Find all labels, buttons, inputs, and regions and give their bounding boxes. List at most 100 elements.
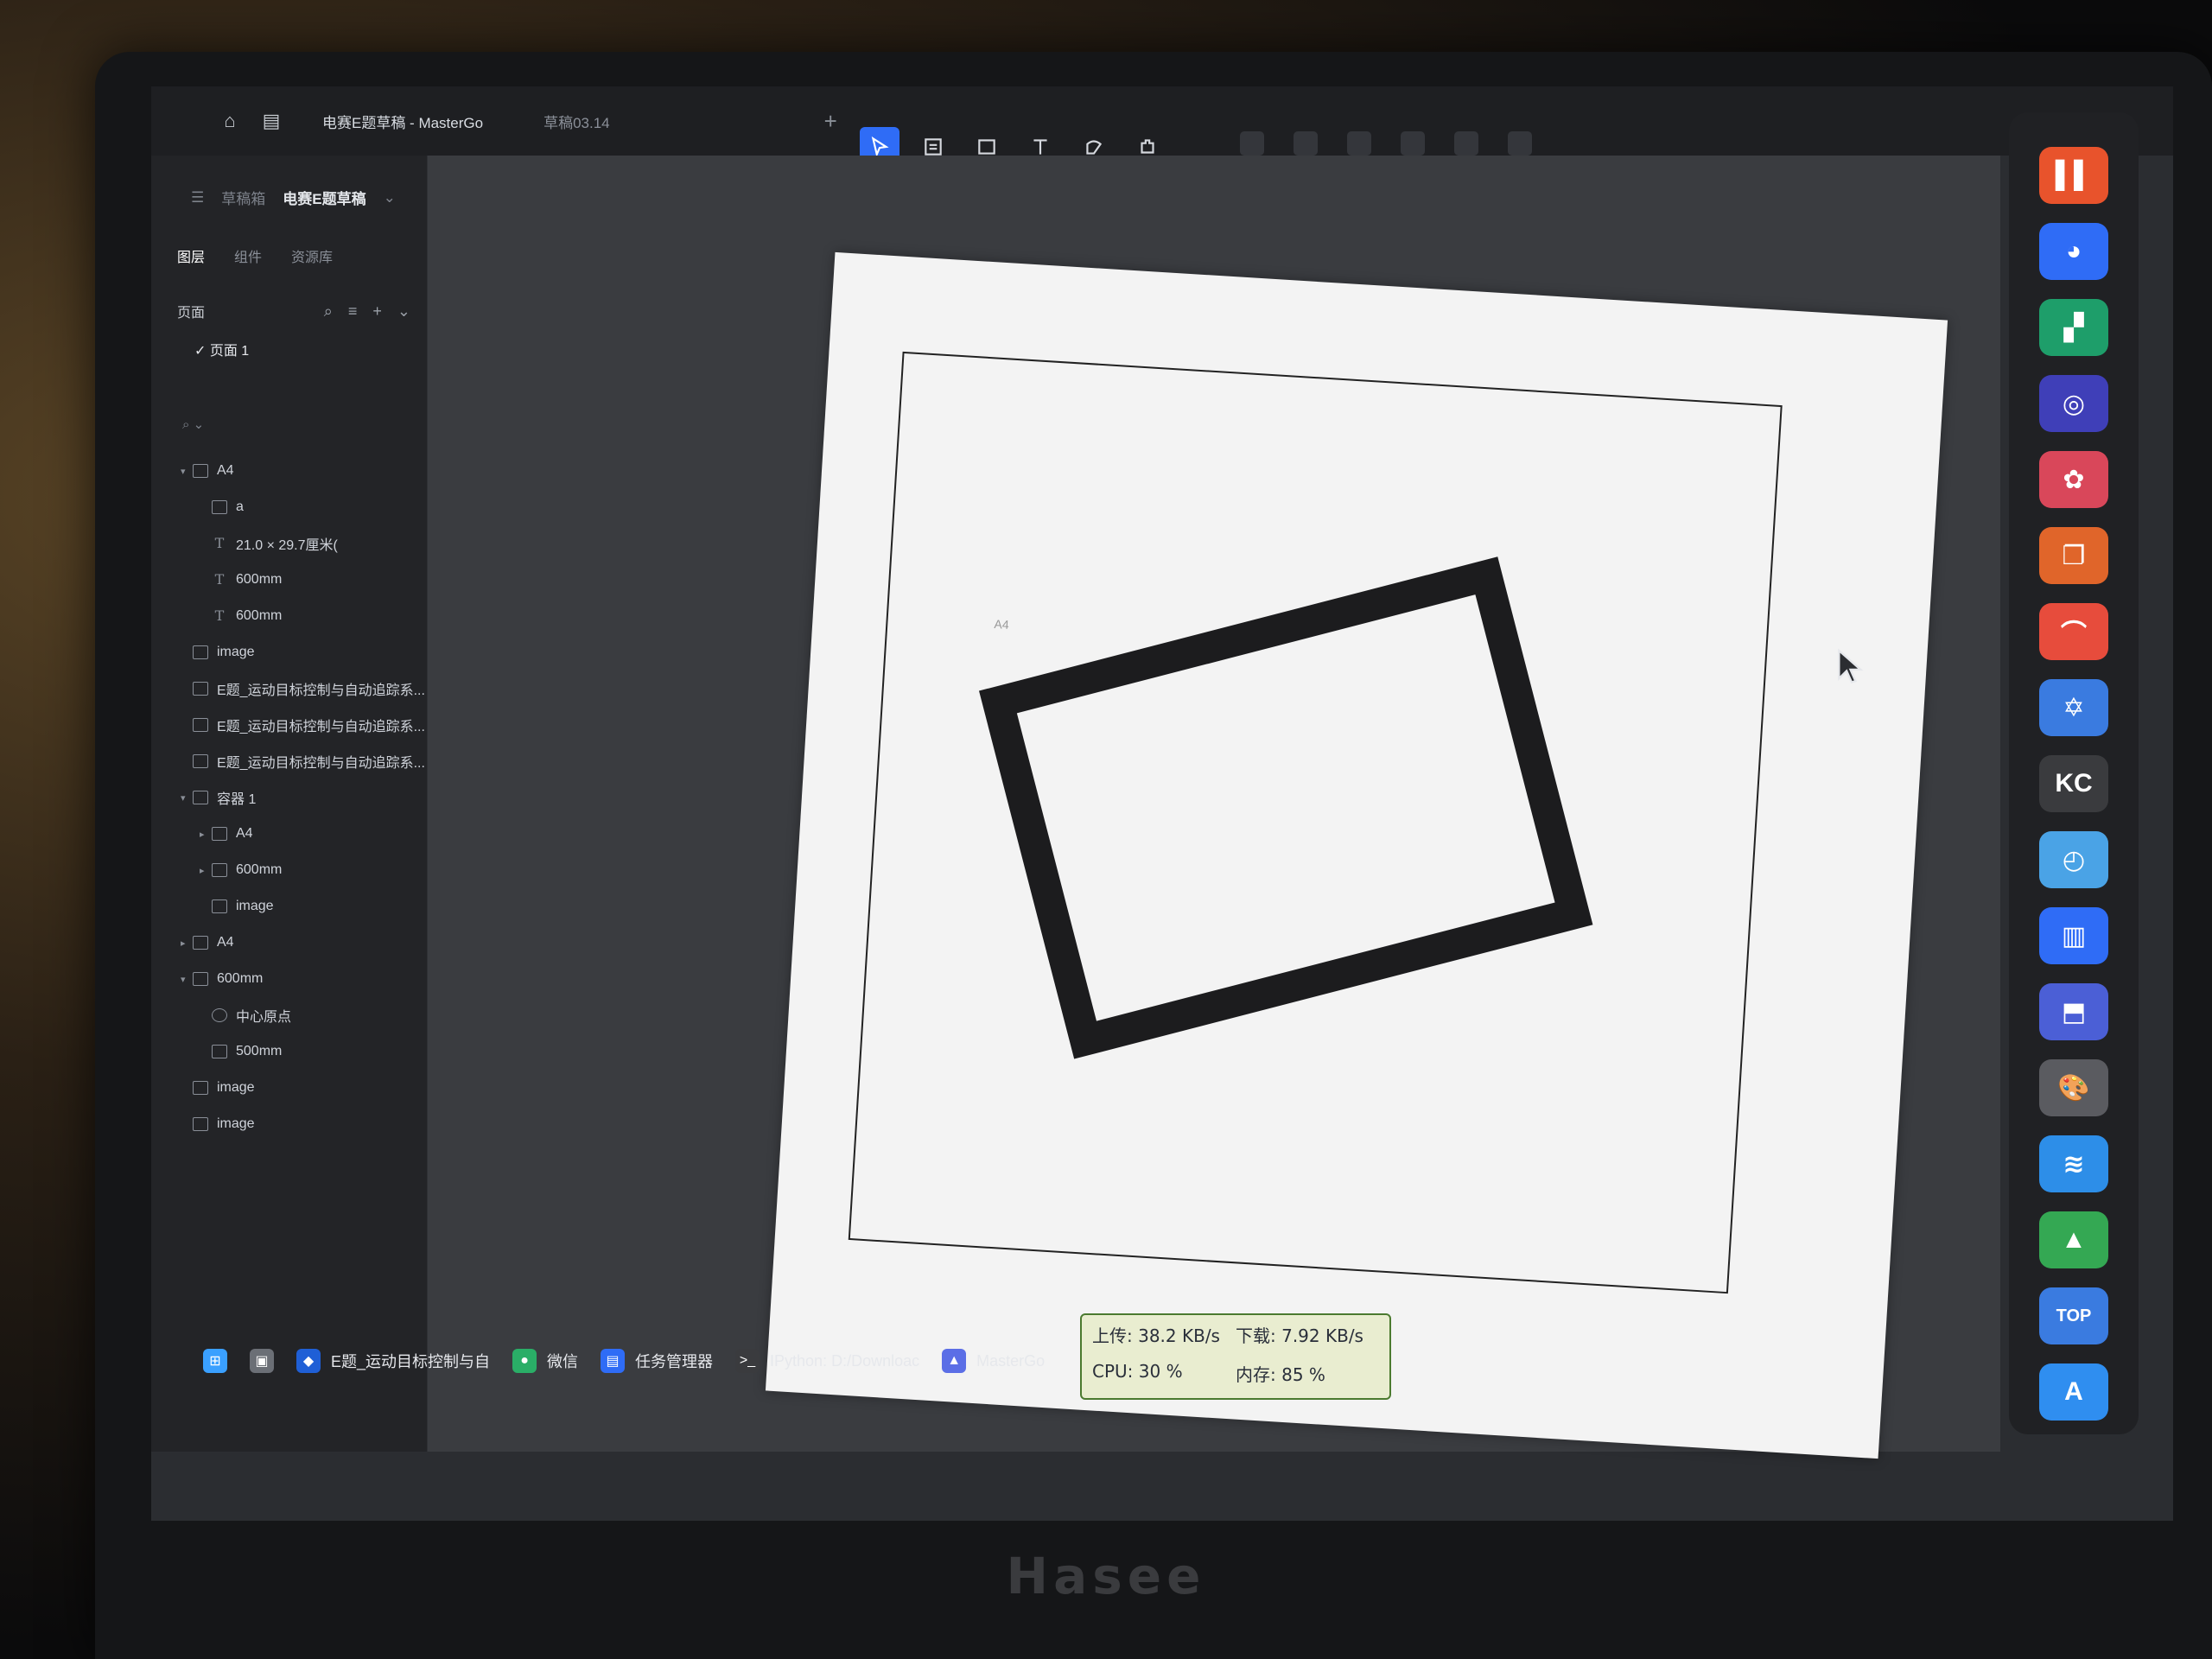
taskbar-item[interactable]: ▲ MasterGo bbox=[942, 1349, 1045, 1373]
app-spiral-icon[interactable]: ◎ bbox=[2039, 375, 2108, 432]
collapse-icon[interactable]: ⌄ bbox=[397, 302, 410, 321]
chevron-down-icon[interactable]: ▾ bbox=[181, 466, 193, 477]
taskbar-item-label: E题_运动目标控制与自 bbox=[331, 1353, 491, 1370]
chevron-down-icon[interactable]: ▾ bbox=[181, 792, 193, 804]
upload-speed: 上传: 38.2 KB/s bbox=[1092, 1325, 1220, 1346]
share-icon[interactable] bbox=[1508, 131, 1532, 156]
app-android-icon[interactable]: ▲ bbox=[2039, 1211, 2108, 1268]
page-item[interactable]: ✓ 页面 1 bbox=[194, 339, 249, 359]
taskbar-item[interactable]: >_ IPython: D:/Downloac bbox=[735, 1349, 919, 1373]
layer-label: 容器 1 bbox=[217, 792, 257, 807]
task-manager-icon: ▤ bbox=[601, 1349, 626, 1373]
chevron-right-icon[interactable]: ▸ bbox=[200, 829, 212, 840]
layer-label: A4 bbox=[217, 935, 234, 950]
frame-layer-icon bbox=[193, 1081, 208, 1095]
layer-row[interactable]: image bbox=[151, 1106, 428, 1142]
app-green-icon[interactable]: ▞ bbox=[2039, 299, 2108, 356]
layer-row[interactable]: image bbox=[151, 888, 428, 925]
app-trash-icon[interactable]: ▥ bbox=[2039, 907, 2108, 964]
chevron-down-icon[interactable]: ▾ bbox=[181, 974, 193, 985]
app-bird-icon[interactable]: ◕ bbox=[2039, 223, 2108, 280]
layer-row[interactable]: image bbox=[151, 634, 428, 671]
tab-assets[interactable]: 资源库 bbox=[291, 245, 333, 266]
app-search-icon[interactable]: ◴ bbox=[2039, 831, 2108, 888]
layer-row[interactable]: ▾ 容器 1 bbox=[151, 779, 428, 816]
tab-inactive[interactable]: 草稿03.14 bbox=[524, 86, 629, 156]
app-orange-icon[interactable]: ▌▌ bbox=[2039, 147, 2108, 204]
frame-tag: A4 bbox=[994, 616, 1010, 632]
taskbar-item[interactable]: ▣ bbox=[250, 1349, 274, 1373]
search-icon[interactable]: ⌕ bbox=[324, 302, 333, 321]
add-tab-button[interactable]: + bbox=[824, 108, 837, 135]
layer-row[interactable]: ▾ A4 bbox=[151, 453, 428, 489]
layer-row[interactable]: E题_运动目标控制与自动追踪系... bbox=[151, 707, 428, 743]
chevron-right-icon[interactable]: ▸ bbox=[181, 938, 193, 949]
taskbar-item-label: 微信 bbox=[547, 1353, 579, 1370]
layer-row[interactable]: E题_运动目标控制与自动追踪系... bbox=[151, 743, 428, 779]
canvas-photo-image: A4 bbox=[765, 251, 1948, 1459]
layer-row[interactable]: ▸ A4 bbox=[151, 816, 428, 852]
layer-row[interactable]: T 21.0 × 29.7厘米( bbox=[151, 525, 428, 562]
chevron-down-icon[interactable]: ⌄ bbox=[384, 189, 396, 207]
tab-active[interactable]: 电赛E题草稿 - MasterGo bbox=[303, 86, 502, 156]
layer-row[interactable]: image bbox=[151, 1070, 428, 1106]
frame-layer-icon bbox=[193, 1117, 208, 1131]
layer-row[interactable]: ▸ 600mm bbox=[151, 852, 428, 888]
app-star-icon[interactable]: ✡ bbox=[2039, 679, 2108, 736]
network-monitor-widget[interactable]: 上传: 38.2 KB/s 下载: 7.92 KB/s CPU: 30 % 内存… bbox=[1080, 1313, 1391, 1400]
frame-layer-icon bbox=[212, 827, 227, 841]
app-rainbow-icon[interactable]: ⌒ bbox=[2039, 603, 2108, 660]
component-icon[interactable] bbox=[1347, 131, 1371, 156]
laptop-brand-logo: Hasee bbox=[1006, 1547, 1206, 1605]
file-header: ☰ 草稿箱 电赛E题草稿 ⌄ bbox=[191, 187, 396, 208]
menu-icon[interactable]: ☰ bbox=[191, 189, 204, 207]
app-pinwheel-icon[interactable]: ✿ bbox=[2039, 451, 2108, 508]
mastergo-icon: ▲ bbox=[942, 1349, 967, 1373]
layer-label: a bbox=[236, 499, 244, 514]
layer-label: image bbox=[217, 645, 255, 659]
chevron-right-icon[interactable]: ▸ bbox=[200, 865, 212, 876]
app-box-icon[interactable]: ⬒ bbox=[2039, 983, 2108, 1040]
file-icon[interactable]: ▤ bbox=[262, 111, 281, 130]
app-kc-icon[interactable]: KC bbox=[2039, 755, 2108, 812]
layer-row[interactable]: 500mm bbox=[151, 1033, 428, 1070]
crop-icon[interactable] bbox=[1454, 131, 1478, 156]
panel-tabs: 图层 组件 资源库 bbox=[177, 245, 333, 266]
app-font-icon[interactable]: A bbox=[2039, 1363, 2108, 1421]
taskbar-item[interactable]: ◆ E题_运动目标控制与自 bbox=[296, 1349, 490, 1373]
memory-usage: 内存: 85 % bbox=[1236, 1364, 1325, 1385]
check-icon: ✓ bbox=[194, 344, 210, 359]
frame-layer-icon bbox=[193, 754, 208, 768]
frame-layer-icon bbox=[193, 972, 208, 986]
sort-icon[interactable]: ≡ bbox=[348, 302, 358, 321]
app-layers-icon[interactable]: ≋ bbox=[2039, 1135, 2108, 1192]
fill-icon[interactable] bbox=[1401, 131, 1425, 156]
windows-start-icon: ⊞ bbox=[203, 1349, 227, 1373]
file-name[interactable]: 电赛E题草稿 bbox=[283, 187, 365, 208]
app-palette-icon[interactable]: 🎨 bbox=[2039, 1059, 2108, 1116]
layer-label: image bbox=[236, 899, 274, 913]
layer-row[interactable]: T 600mm bbox=[151, 562, 428, 598]
tab-components[interactable]: 组件 bbox=[234, 245, 262, 266]
add-page-icon[interactable]: + bbox=[372, 302, 382, 321]
layer-row[interactable]: 中心原点 bbox=[151, 997, 428, 1033]
frame-layer-icon bbox=[193, 718, 208, 732]
boolean-icon[interactable] bbox=[1240, 131, 1264, 156]
layer-row[interactable]: ▸ A4 bbox=[151, 925, 428, 961]
taskbar-item[interactable]: ⊞ bbox=[203, 1349, 227, 1373]
app-top-icon[interactable]: TOP bbox=[2039, 1287, 2108, 1344]
app-stack-icon[interactable]: ❐ bbox=[2039, 527, 2108, 584]
layer-row[interactable]: T 600mm bbox=[151, 598, 428, 634]
layer-search-input[interactable]: ⌕ ⌄ bbox=[182, 416, 398, 439]
circle-layer-icon bbox=[212, 1008, 227, 1022]
layer-row[interactable]: a bbox=[151, 489, 428, 525]
mask-icon[interactable] bbox=[1294, 131, 1318, 156]
layer-row[interactable]: ▾ 600mm bbox=[151, 961, 428, 997]
canvas[interactable]: A4 bbox=[428, 156, 2000, 1459]
tab-layers[interactable]: 图层 bbox=[177, 245, 205, 266]
taskbar-item[interactable]: ▤ 任务管理器 bbox=[601, 1349, 713, 1373]
drafts-link[interactable]: 草稿箱 bbox=[221, 187, 265, 208]
layer-row[interactable]: E题_运动目标控制与自动追踪系... bbox=[151, 671, 428, 707]
home-icon[interactable]: ⌂ bbox=[220, 111, 239, 130]
taskbar-item[interactable]: ● 微信 bbox=[512, 1349, 578, 1373]
